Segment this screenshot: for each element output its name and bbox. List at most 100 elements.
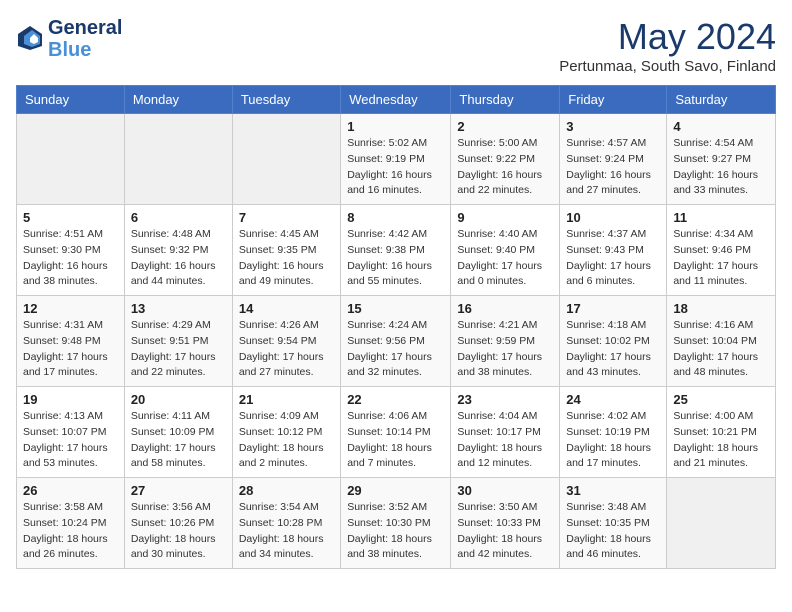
calendar-cell: 21 Sunrise: 4:09 AMSunset: 10:12 PMDaylig… (232, 387, 340, 478)
calendar-cell: 28 Sunrise: 3:54 AMSunset: 10:28 PMDaylig… (232, 478, 340, 569)
day-number: 15 (347, 301, 444, 316)
week-row-5: 26 Sunrise: 3:58 AMSunset: 10:24 PMDaylig… (17, 478, 776, 569)
weekday-header-monday: Monday (124, 86, 232, 114)
calendar-cell: 10Sunrise: 4:37 AMSunset: 9:43 PMDayligh… (560, 205, 667, 296)
calendar-cell: 29 Sunrise: 3:52 AMSunset: 10:30 PMDaylig… (341, 478, 451, 569)
day-info: Sunrise: 4:37 AMSunset: 9:43 PMDaylight:… (566, 227, 660, 290)
logo-text: General Blue (48, 16, 122, 60)
day-info: Sunrise: 4:21 AMSunset: 9:59 PMDaylight:… (457, 318, 553, 381)
day-info: Sunrise: 4:29 AMSunset: 9:51 PMDaylight:… (131, 318, 226, 381)
calendar-cell: 23 Sunrise: 4:04 AMSunset: 10:17 PMDaylig… (451, 387, 560, 478)
calendar-cell (667, 478, 776, 569)
calendar-cell: 15 Sunrise: 4:24 AMSunset: 9:56 PMDayligh… (341, 296, 451, 387)
day-info: Sunrise: 4:24 AMSunset: 9:56 PMDaylight:… (347, 318, 444, 381)
day-info: Sunrise: 4:02 AMSunset: 10:19 PMDaylight… (566, 409, 660, 472)
calendar-cell: 17Sunrise: 4:18 AMSunset: 10:02 PMDaylig… (560, 296, 667, 387)
day-info: Sunrise: 3:58 AMSunset: 10:24 PMDaylight… (23, 500, 118, 563)
day-number: 5 (23, 210, 118, 225)
calendar-cell (17, 114, 125, 205)
weekday-header-wednesday: Wednesday (341, 86, 451, 114)
day-number: 2 (457, 119, 553, 134)
week-row-1: 1Sunrise: 5:02 AMSunset: 9:19 PMDaylight… (17, 114, 776, 205)
day-number: 31 (566, 483, 660, 498)
weekday-header-friday: Friday (560, 86, 667, 114)
day-info: Sunrise: 5:02 AMSunset: 9:19 PMDaylight:… (347, 136, 444, 199)
day-number: 26 (23, 483, 118, 498)
day-info: Sunrise: 3:54 AMSunset: 10:28 PMDaylight… (239, 500, 334, 563)
calendar-cell: 14 Sunrise: 4:26 AMSunset: 9:54 PMDayligh… (232, 296, 340, 387)
calendar-cell: 13 Sunrise: 4:29 AMSunset: 9:51 PMDayligh… (124, 296, 232, 387)
day-number: 18 (673, 301, 769, 316)
day-number: 22 (347, 392, 444, 407)
day-number: 27 (131, 483, 226, 498)
week-row-3: 12 Sunrise: 4:31 AMSunset: 9:48 PMDayligh… (17, 296, 776, 387)
calendar-cell: 2 Sunrise: 5:00 AMSunset: 9:22 PMDaylight… (451, 114, 560, 205)
day-info: Sunrise: 4:57 AMSunset: 9:24 PMDaylight:… (566, 136, 660, 199)
weekday-header-sunday: Sunday (17, 86, 125, 114)
day-info: Sunrise: 3:50 AMSunset: 10:33 PMDaylight… (457, 500, 553, 563)
month-title: May 2024 (559, 16, 776, 58)
day-number: 28 (239, 483, 334, 498)
calendar-cell: 20 Sunrise: 4:11 AMSunset: 10:09 PMDaylig… (124, 387, 232, 478)
day-info: Sunrise: 4:13 AMSunset: 10:07 PMDaylight… (23, 409, 118, 472)
calendar-cell (124, 114, 232, 205)
page-header: General Blue May 2024 Pertunmaa, South S… (16, 16, 776, 75)
day-info: Sunrise: 3:52 AMSunset: 10:30 PMDaylight… (347, 500, 444, 563)
calendar-cell: 8Sunrise: 4:42 AMSunset: 9:38 PMDaylight… (341, 205, 451, 296)
calendar-cell: 12 Sunrise: 4:31 AMSunset: 9:48 PMDayligh… (17, 296, 125, 387)
calendar-cell: 26 Sunrise: 3:58 AMSunset: 10:24 PMDaylig… (17, 478, 125, 569)
day-info: Sunrise: 4:09 AMSunset: 10:12 PMDaylight… (239, 409, 334, 472)
day-info: Sunrise: 4:51 AMSunset: 9:30 PMDaylight:… (23, 227, 118, 290)
weekday-header-tuesday: Tuesday (232, 86, 340, 114)
logo: General Blue (16, 16, 122, 60)
weekday-header-saturday: Saturday (667, 86, 776, 114)
day-number: 14 (239, 301, 334, 316)
day-info: Sunrise: 4:11 AMSunset: 10:09 PMDaylight… (131, 409, 226, 472)
day-number: 29 (347, 483, 444, 498)
calendar-cell: 30Sunrise: 3:50 AMSunset: 10:33 PMDaylig… (451, 478, 560, 569)
day-info: Sunrise: 4:26 AMSunset: 9:54 PMDaylight:… (239, 318, 334, 381)
calendar-cell: 27 Sunrise: 3:56 AMSunset: 10:26 PMDaylig… (124, 478, 232, 569)
calendar-cell: 11Sunrise: 4:34 AMSunset: 9:46 PMDayligh… (667, 205, 776, 296)
calendar-cell: 3 Sunrise: 4:57 AMSunset: 9:24 PMDaylight… (560, 114, 667, 205)
calendar-cell: 25 Sunrise: 4:00 AMSunset: 10:21 PMDaylig… (667, 387, 776, 478)
title-block: May 2024 Pertunmaa, South Savo, Finland (559, 16, 776, 75)
calendar-cell: 18Sunrise: 4:16 AMSunset: 10:04 PMDaylig… (667, 296, 776, 387)
day-number: 25 (673, 392, 769, 407)
day-info: Sunrise: 4:04 AMSunset: 10:17 PMDaylight… (457, 409, 553, 472)
location: Pertunmaa, South Savo, Finland (559, 58, 776, 75)
day-number: 7 (239, 210, 334, 225)
calendar-cell: 16 Sunrise: 4:21 AMSunset: 9:59 PMDayligh… (451, 296, 560, 387)
day-info: Sunrise: 4:48 AMSunset: 9:32 PMDaylight:… (131, 227, 226, 290)
day-info: Sunrise: 4:31 AMSunset: 9:48 PMDaylight:… (23, 318, 118, 381)
calendar-table: SundayMondayTuesdayWednesdayThursdayFrid… (16, 85, 776, 569)
calendar-cell: 5 Sunrise: 4:51 AMSunset: 9:30 PMDaylight… (17, 205, 125, 296)
calendar-cell: 9Sunrise: 4:40 AMSunset: 9:40 PMDaylight… (451, 205, 560, 296)
day-number: 23 (457, 392, 553, 407)
day-info: Sunrise: 4:45 AMSunset: 9:35 PMDaylight:… (239, 227, 334, 290)
week-row-4: 19 Sunrise: 4:13 AMSunset: 10:07 PMDaylig… (17, 387, 776, 478)
calendar-cell (232, 114, 340, 205)
day-number: 13 (131, 301, 226, 316)
calendar-cell: 31 Sunrise: 3:48 AMSunset: 10:35 PMDaylig… (560, 478, 667, 569)
day-info: Sunrise: 4:00 AMSunset: 10:21 PMDaylight… (673, 409, 769, 472)
day-number: 19 (23, 392, 118, 407)
day-number: 20 (131, 392, 226, 407)
day-info: Sunrise: 5:00 AMSunset: 9:22 PMDaylight:… (457, 136, 553, 199)
day-number: 16 (457, 301, 553, 316)
day-number: 21 (239, 392, 334, 407)
day-info: Sunrise: 4:34 AMSunset: 9:46 PMDaylight:… (673, 227, 769, 290)
calendar-cell: 1Sunrise: 5:02 AMSunset: 9:19 PMDaylight… (341, 114, 451, 205)
day-number: 4 (673, 119, 769, 134)
day-info: Sunrise: 4:18 AMSunset: 10:02 PMDaylight… (566, 318, 660, 381)
calendar-cell: 7 Sunrise: 4:45 AMSunset: 9:35 PMDaylight… (232, 205, 340, 296)
day-info: Sunrise: 3:48 AMSunset: 10:35 PMDaylight… (566, 500, 660, 563)
day-number: 24 (566, 392, 660, 407)
weekday-header-thursday: Thursday (451, 86, 560, 114)
day-number: 12 (23, 301, 118, 316)
day-number: 6 (131, 210, 226, 225)
logo-icon (16, 24, 44, 52)
day-info: Sunrise: 3:56 AMSunset: 10:26 PMDaylight… (131, 500, 226, 563)
day-number: 3 (566, 119, 660, 134)
day-number: 8 (347, 210, 444, 225)
